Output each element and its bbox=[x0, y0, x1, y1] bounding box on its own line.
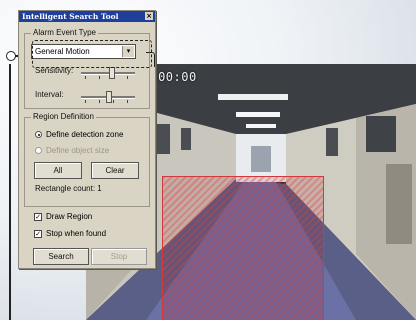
alarm-event-legend: Alarm Event Type bbox=[31, 28, 98, 37]
stop-button[interactable]: Stop bbox=[91, 248, 147, 265]
search-button[interactable]: Search bbox=[33, 248, 89, 265]
region-definition-legend: Region Definition bbox=[31, 112, 96, 121]
clear-button[interactable]: Clear bbox=[91, 162, 139, 179]
slider-tick bbox=[85, 100, 86, 103]
radio-button[interactable] bbox=[35, 147, 42, 154]
close-button[interactable]: × bbox=[145, 12, 153, 20]
checkmark-icon[interactable]: ✓ bbox=[34, 212, 42, 221]
slider-tick bbox=[113, 100, 114, 103]
rectangle-count: Rectangle count: 1 bbox=[35, 184, 102, 193]
radio-define-zone[interactable]: Define detection zone bbox=[35, 130, 123, 139]
dialog-title: Intelligent Search Tool bbox=[22, 12, 119, 21]
stop-when-found-label: Stop when found bbox=[46, 229, 107, 238]
callout-line bbox=[9, 64, 11, 320]
interval-label: Interval: bbox=[35, 90, 64, 99]
slider-tick bbox=[99, 100, 100, 103]
close-icon: × bbox=[146, 12, 152, 20]
slider-tick bbox=[99, 76, 100, 79]
highlight-bracket bbox=[146, 52, 155, 67]
slider-tick bbox=[127, 76, 128, 79]
radio-define-object[interactable]: Define object size bbox=[35, 146, 109, 155]
callout-dot bbox=[6, 51, 16, 61]
all-button[interactable]: All bbox=[34, 162, 82, 179]
stop-when-found-checkbox[interactable]: ✓ Stop when found bbox=[34, 229, 106, 238]
detection-zone[interactable] bbox=[162, 176, 324, 320]
interval-slider-thumb[interactable] bbox=[106, 91, 112, 103]
dialog-titlebar[interactable]: Intelligent Search Tool × bbox=[19, 11, 155, 22]
region-definition-group: Region Definition Define detection zone … bbox=[24, 112, 150, 207]
draw-region-label: Draw Region bbox=[46, 212, 93, 221]
radio-define-object-label: Define object size bbox=[46, 146, 110, 155]
radio-define-zone-label: Define detection zone bbox=[46, 130, 124, 139]
sensitivity-slider-thumb[interactable] bbox=[108, 67, 115, 79]
checkmark-icon[interactable]: ✓ bbox=[34, 229, 42, 238]
radio-button-selected[interactable] bbox=[35, 131, 42, 138]
highlight-dashed-box bbox=[32, 40, 152, 68]
draw-region-checkbox[interactable]: ✓ Draw Region bbox=[34, 212, 92, 221]
slider-tick bbox=[85, 76, 86, 79]
slider-tick bbox=[127, 100, 128, 103]
